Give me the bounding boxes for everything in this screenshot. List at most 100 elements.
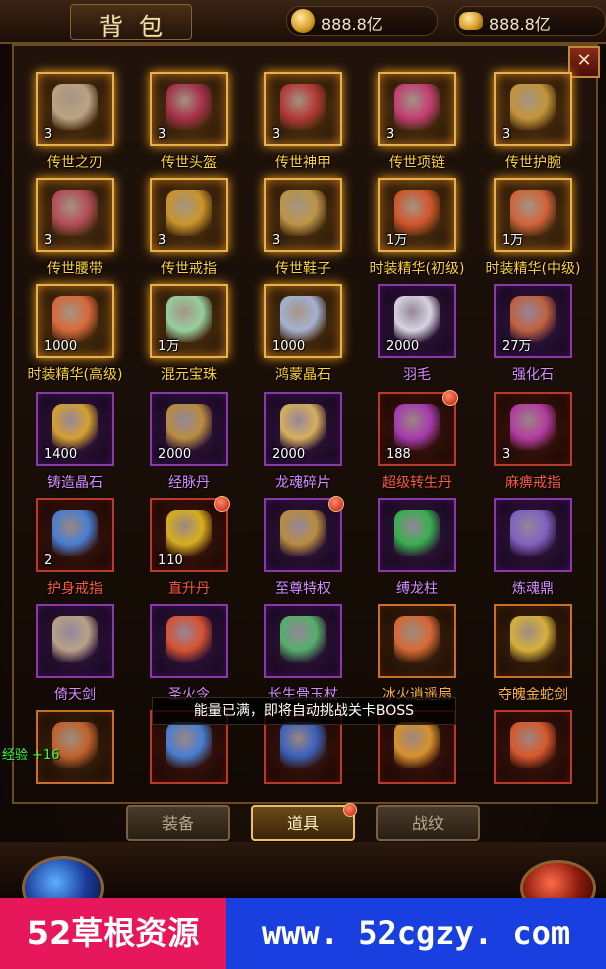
item-name-label: 传世头盔 [161,155,217,171]
top-bar: 背包 888.8亿 888.8亿 [0,0,606,44]
inventory-slot[interactable]: 3 [150,72,228,146]
item-icon [166,190,212,236]
item-count: 3 [44,233,53,248]
item-name-label: 至尊特权 [275,581,331,597]
tab-equipment[interactable]: 装备 [126,805,230,841]
gold-coin-value: 888.8亿 [321,15,383,34]
item-count: 3 [44,127,53,142]
item-icon [394,404,440,450]
banner-right-text: www. 52cgzy. com [261,914,571,952]
tab-items[interactable]: 道具 [251,803,357,841]
item-icon [394,722,440,768]
item-count: 2 [44,553,53,568]
item-name-label: 传世护腕 [505,155,561,171]
item-icon [280,404,326,450]
item-icon [166,616,212,662]
item-count: 1万 [502,233,524,248]
inventory-slot[interactable] [264,604,342,678]
item-name-label: 缚龙柱 [396,581,438,597]
item-name-label: 传世戒指 [161,261,217,277]
item-icon [510,510,556,556]
gold-coin-counter: 888.8亿 [286,6,438,36]
item-icon [280,84,326,130]
auto-challenge-toast: 能量已满，即将自动挑战关卡BOSS [152,697,456,725]
inventory-slot[interactable]: 3 [36,178,114,252]
item-name-label: 麻痹戒指 [505,475,561,491]
item-icon [52,510,98,556]
inventory-slot[interactable]: 1万 [378,178,456,252]
item-name-label: 传世项链 [389,155,445,171]
inventory-slot[interactable]: 3 [264,72,342,146]
inventory-slot[interactable] [378,604,456,678]
inventory-slot[interactable]: 3 [494,392,572,466]
item-count: 3 [158,127,167,142]
notification-dot-icon [343,803,357,817]
inventory-slot[interactable] [494,498,572,572]
inventory-slot[interactable]: 3 [150,178,228,252]
item-count: 1000 [44,339,78,354]
item-name-label: 铸造晶石 [47,475,103,491]
inventory-slot[interactable]: 2000 [378,284,456,358]
item-name-label: 时装精华(高级) [27,367,123,383]
item-name-label: 经脉丹 [168,475,210,491]
item-icon [280,190,326,236]
item-icon [510,84,556,130]
item-count: 3 [272,233,281,248]
page-title: 背包 [99,13,179,41]
inventory-slot[interactable]: 110 [150,496,230,572]
inventory-slot[interactable] [378,498,456,572]
item-icon [394,616,440,662]
tab-items-label: 道具 [286,814,319,833]
item-icon [394,510,440,556]
watermark-banner: 52草根资源 www. 52cgzy. com [0,898,606,969]
inventory-slot[interactable] [494,710,572,784]
item-icon [394,84,440,130]
inventory-slot[interactable] [36,604,114,678]
tab-equipment-label: 装备 [161,814,194,833]
inventory-slot[interactable]: 27万 [494,284,572,358]
item-count: 1万 [386,233,408,248]
inventory-slot[interactable]: 1400 [36,392,114,466]
item-name-label: 传世之刃 [47,155,103,171]
item-count: 2000 [272,447,306,462]
inventory-slot[interactable]: 3 [264,178,342,252]
inventory-slot[interactable] [264,496,344,572]
item-count: 188 [386,447,411,462]
gold-coin-icon [291,9,315,33]
item-count: 3 [502,127,511,142]
inventory-slot[interactable]: 3 [494,72,572,146]
item-icon [280,616,326,662]
item-name-label: 时装精华(初级) [369,261,465,277]
inventory-slot[interactable] [494,604,572,678]
inventory-slot[interactable]: 2000 [264,392,342,466]
item-name-label: 混元宝珠 [161,367,217,383]
tab-battle-pattern-label: 战纹 [411,814,444,833]
inventory-slot[interactable] [150,604,228,678]
item-name-label: 传世鞋子 [275,261,331,277]
item-count: 2000 [158,447,192,462]
item-count: 3 [158,233,167,248]
banner-left: 52草根资源 [0,898,226,969]
inventory-slot[interactable]: 188 [378,390,458,466]
item-name-label: 超级转生丹 [382,475,452,491]
notification-dot-icon [328,496,344,512]
inventory-slot[interactable]: 2 [36,498,114,572]
inventory-slot[interactable]: 3 [378,72,456,146]
inventory-slot[interactable]: 1万 [494,178,572,252]
item-icon [166,84,212,130]
tab-battle-pattern[interactable]: 战纹 [376,805,480,841]
inventory-slot[interactable]: 1000 [36,284,114,358]
item-icon [52,296,98,342]
item-name-label: 龙魂碎片 [275,475,331,491]
inventory-slot[interactable]: 3 [36,72,114,146]
inventory-slot[interactable]: 1万 [150,284,228,358]
inventory-slot[interactable]: 1000 [264,284,342,358]
item-icon [166,722,212,768]
close-icon[interactable]: ✕ [568,46,600,78]
item-count: 3 [272,127,281,142]
item-name-label: 倚天剑 [54,687,96,703]
inventory-slot[interactable]: 2000 [150,392,228,466]
item-icon [52,190,98,236]
item-icon [52,84,98,130]
item-name-label: 炼魂鼎 [512,581,554,597]
